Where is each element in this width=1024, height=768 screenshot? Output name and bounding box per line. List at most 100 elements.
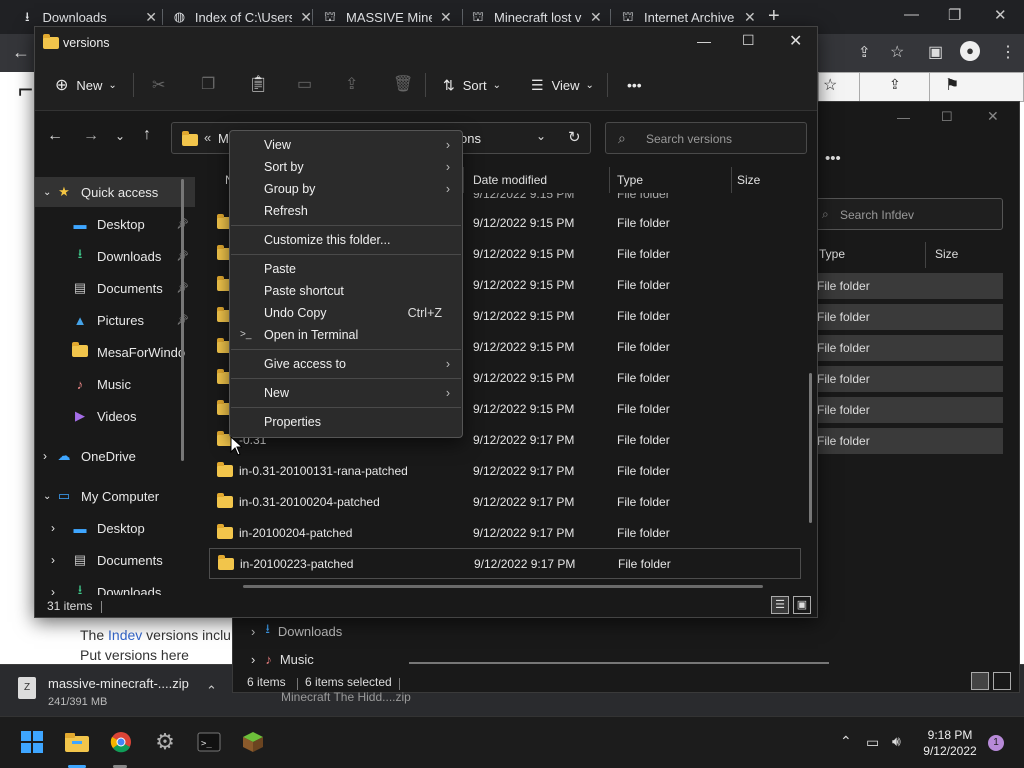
chevron-right-icon[interactable]: ›	[43, 449, 55, 463]
chevron-down-icon[interactable]: ⌄	[536, 129, 546, 143]
nav-item-my-computer[interactable]: ⌄ ▭ My Computer	[35, 481, 195, 511]
menu-item-give-access[interactable]: Give access to ›	[230, 353, 462, 375]
close-tab-icon[interactable]: ✕	[300, 9, 312, 26]
minimize-icon[interactable]: —	[697, 33, 711, 49]
column-header-type[interactable]: Type	[617, 165, 643, 195]
chevron-down-icon[interactable]: ⌄	[43, 491, 55, 502]
close-icon[interactable]: ✕	[987, 108, 999, 125]
close-tab-icon[interactable]: ✕	[145, 9, 157, 26]
view-button[interactable]: ☰ View ⌄	[531, 59, 594, 111]
menu-item-customize-folder[interactable]: Customize this folder...	[230, 229, 462, 251]
breadcrumb[interactable]: M	[218, 131, 229, 146]
nav-item-downloads[interactable]: › ⭳ Downloads	[251, 620, 342, 642]
nav-item-pictures[interactable]: ▲ Pictures 📌︎	[35, 305, 195, 335]
menu-item-paste-shortcut[interactable]: Paste shortcut	[230, 280, 462, 302]
copy-icon[interactable]: ❐	[201, 74, 215, 94]
chevron-right-icon[interactable]: ›	[251, 652, 255, 667]
maximize-icon[interactable]: ☐	[742, 32, 755, 49]
notification-badge[interactable]: 1	[988, 735, 1004, 751]
menu-item-open-in-terminal[interactable]: >_ Open in Terminal	[230, 324, 462, 346]
vertical-scrollbar[interactable]	[809, 373, 812, 523]
close-icon[interactable]: ✕	[994, 6, 1007, 24]
nav-item-quick-access[interactable]: ⌄ ★ Quick access	[35, 177, 195, 207]
menu-item-group-by[interactable]: Group by ›	[230, 178, 462, 200]
search-input[interactable]: ⌕ Search Infdev	[813, 198, 1003, 230]
table-row[interactable]: in-20100204-patched 9/12/2022 9:17 PM Fil…	[209, 517, 801, 548]
menu-item-properties[interactable]: Properties	[230, 411, 462, 433]
close-tab-icon[interactable]: ✕	[744, 9, 756, 26]
indev-link[interactable]: Indev	[108, 627, 142, 643]
menu-item-undo-copy[interactable]: Undo Copy Ctrl+Z	[230, 302, 462, 324]
delete-icon[interactable]: 🗑︎	[393, 74, 413, 94]
file-explorer-icon[interactable]	[64, 729, 90, 755]
nav-item-desktop-2[interactable]: › ▬ Desktop	[35, 513, 195, 543]
chevron-right-icon[interactable]: ›	[51, 521, 63, 535]
sidebar-icon[interactable]: ▣	[928, 42, 943, 62]
share-icon[interactable]: ⇪	[858, 43, 871, 61]
download-filename[interactable]: massive-minecraft-....zip	[48, 676, 189, 691]
nav-item-desktop[interactable]: ▬ Desktop 📌︎	[35, 209, 195, 239]
new-button[interactable]: ⊕ New ⌄	[55, 59, 117, 111]
paste-icon[interactable]: 📋︎	[248, 74, 268, 94]
menu-item-view[interactable]: View ›	[230, 134, 462, 156]
share-icon[interactable]: ⇪	[345, 74, 358, 94]
close-icon[interactable]: ✕	[789, 31, 802, 51]
minimize-icon[interactable]: —	[897, 110, 910, 125]
minecraft-icon[interactable]	[240, 729, 266, 755]
chevron-right-icon[interactable]: ›	[51, 585, 63, 595]
details-view-icon[interactable]	[971, 672, 989, 690]
search-input[interactable]: ⌕ Search versions	[605, 122, 807, 154]
chevron-down-icon[interactable]: ⌄	[43, 187, 55, 198]
profile-avatar-icon[interactable]: ●	[960, 41, 980, 61]
terminal-icon[interactable]: >_	[196, 729, 222, 755]
close-tab-icon[interactable]: ✕	[440, 9, 452, 26]
sort-button[interactable]: ⇅ Sort ⌄	[443, 59, 501, 111]
share-icon[interactable]: ⇪	[889, 76, 901, 93]
menu-kebab-icon[interactable]: ⋮	[1000, 42, 1016, 62]
minimize-icon[interactable]: —	[904, 6, 919, 23]
list-item[interactable]: File folder	[813, 428, 1003, 454]
column-header-date[interactable]: Date modified	[473, 165, 547, 195]
rename-icon[interactable]: ▭	[297, 74, 312, 94]
bookmark-star-icon[interactable]: ☆	[890, 42, 904, 62]
breadcrumb-overflow[interactable]: «	[204, 130, 211, 145]
back-arrow-icon[interactable]: ←	[47, 127, 63, 145]
chevron-right-icon[interactable]: ›	[51, 553, 63, 567]
nav-scrollbar[interactable]	[181, 179, 184, 461]
refresh-icon[interactable]: ↻	[568, 128, 581, 146]
download-filename[interactable]: Minecraft The Hidd....zip	[281, 690, 411, 704]
chrome-icon[interactable]	[108, 729, 134, 755]
nav-item-onedrive[interactable]: › ☁ OneDrive	[35, 441, 195, 471]
list-item[interactable]: File folder	[813, 304, 1003, 330]
windows-start-icon[interactable]	[19, 729, 45, 755]
menu-item-paste[interactable]: Paste	[230, 258, 462, 280]
table-row[interactable]: in-0.31-20100131-rana-patched 9/12/2022 …	[209, 455, 801, 486]
nav-item-mesaforwindows[interactable]: MesaForWindo	[35, 337, 195, 367]
column-header-size[interactable]: Size	[935, 247, 958, 261]
table-row-focused[interactable]: in-20100223-patched 9/12/2022 9:17 PM Fil…	[209, 548, 801, 579]
chevron-up-icon[interactable]: ⌃	[840, 733, 852, 750]
tiles-view-icon[interactable]: ▣	[793, 596, 811, 614]
nav-item-videos[interactable]: ▶ Videos	[35, 401, 195, 431]
menu-item-new[interactable]: New ›	[230, 382, 462, 404]
up-arrow-icon[interactable]: ↑	[143, 126, 151, 144]
network-icon[interactable]: ▭	[866, 734, 879, 751]
more-options-icon[interactable]: •••	[825, 150, 841, 167]
column-header-size[interactable]: Size	[737, 165, 760, 195]
back-arrow-icon[interactable]: ←	[12, 42, 30, 63]
forward-arrow-icon[interactable]: →	[83, 127, 99, 145]
settings-gear-icon[interactable]: ⚙	[152, 729, 178, 755]
more-options-button[interactable]: •••	[627, 59, 642, 111]
list-item[interactable]: File folder	[813, 335, 1003, 361]
nav-item-music[interactable]: ♪ Music	[35, 369, 195, 399]
nav-item-documents[interactable]: ▤ Documents 📌︎	[35, 273, 195, 303]
close-tab-icon[interactable]: ✕	[590, 9, 602, 26]
new-tab-button[interactable]: +	[768, 5, 780, 28]
menu-item-sort-by[interactable]: Sort by ›	[230, 156, 462, 178]
restore-icon[interactable]: ❐	[948, 6, 961, 24]
clock[interactable]: 9:18 PM 9/12/2022	[920, 727, 980, 759]
list-item[interactable]: File folder	[813, 366, 1003, 392]
chevron-up-icon[interactable]: ⌃	[206, 683, 217, 699]
list-item[interactable]: File folder	[813, 397, 1003, 423]
nav-item-music[interactable]: › ♪ Music	[251, 652, 314, 667]
